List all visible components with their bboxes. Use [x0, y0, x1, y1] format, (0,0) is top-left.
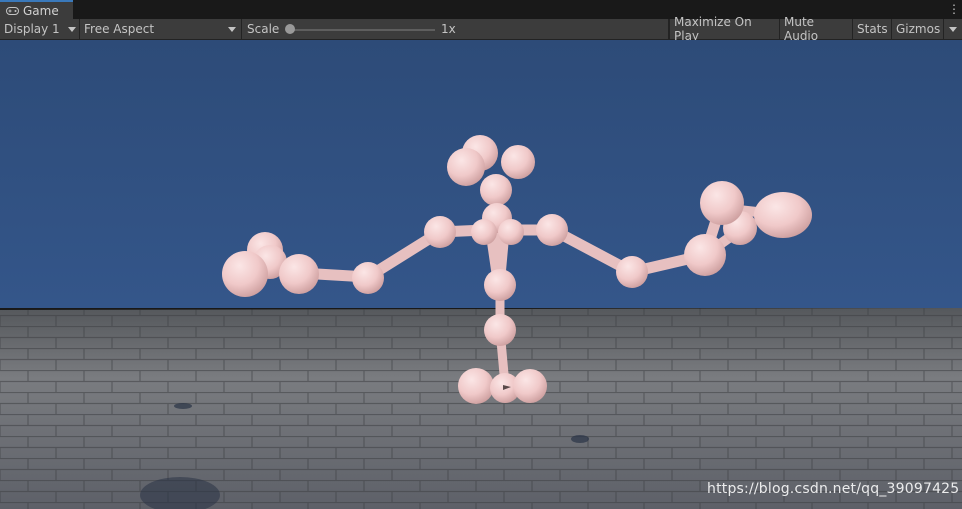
scale-value: 1x [441, 22, 456, 36]
gizmos-label: Gizmos [896, 22, 941, 36]
mute-audio-label: Mute Audio [784, 15, 819, 43]
floor-bricks [0, 308, 962, 509]
floor-stain [174, 403, 192, 409]
game-toolbar: Display 1 Free Aspect Scale 1x Maximize … [0, 15, 962, 43]
tab-game[interactable]: Game [0, 0, 73, 19]
game-viewport[interactable] [0, 40, 962, 509]
aspect-dropdown-label: Free Aspect [84, 22, 155, 36]
display-dropdown-label: Display 1 [4, 22, 60, 36]
maximize-on-play-toggle[interactable]: Maximize On Play [669, 15, 780, 43]
tab-title: Game [23, 3, 59, 18]
vertical-ellipsis-icon[interactable]: ⋮ [948, 2, 960, 16]
scale-label: Scale [247, 22, 280, 36]
watermark-text: https://blog.csdn.net/qq_39097425 [707, 481, 960, 497]
mute-audio-toggle[interactable]: Mute Audio [780, 15, 853, 43]
maximize-on-play-label: Maximize On Play [674, 15, 752, 43]
game-scene [0, 40, 962, 509]
display-dropdown[interactable]: Display 1 [0, 19, 80, 39]
stats-label: Stats [857, 22, 888, 36]
chevron-down-icon [949, 27, 957, 32]
gizmos-dropdown[interactable] [944, 19, 962, 39]
floor-stain [571, 435, 589, 443]
chevron-down-icon [68, 27, 76, 32]
gamepad-icon [6, 6, 19, 15]
gizmos-toggle[interactable]: Gizmos [892, 19, 944, 39]
aspect-dropdown[interactable]: Free Aspect [80, 19, 242, 39]
scale-slider-handle[interactable] [285, 24, 295, 34]
chevron-down-icon [228, 27, 236, 32]
stats-toggle[interactable]: Stats [853, 19, 892, 39]
scale-slider-track[interactable] [290, 29, 435, 31]
